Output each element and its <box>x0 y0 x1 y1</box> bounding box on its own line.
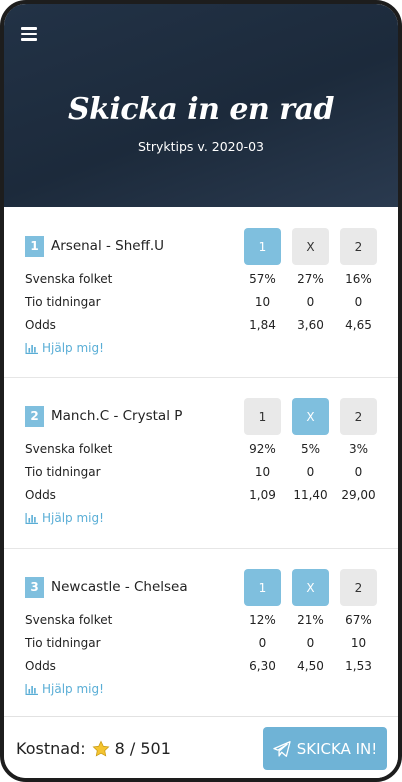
odds-1: 6,30 <box>249 659 276 673</box>
option-2-button[interactable]: 2 <box>340 228 377 265</box>
match-title: Arsenal - Sheff.U <box>51 238 165 254</box>
odds-2: 1,53 <box>345 659 372 673</box>
match-title: Newcastle - Chelsea <box>51 579 188 595</box>
help-link-label: Hjälp mig! <box>42 682 104 696</box>
menu-icon[interactable] <box>21 27 37 41</box>
tio-tidningar-x: 0 <box>306 295 315 309</box>
cost-summary: Kostnad: 8 / 501 <box>16 739 171 758</box>
help-link[interactable]: Hjälp mig! <box>25 341 104 355</box>
svenska-folket-1: 12% <box>249 613 276 627</box>
odds-x: 4,50 <box>297 659 324 673</box>
tio-tidningar-1: 10 <box>254 295 271 309</box>
option-x-button[interactable]: X <box>292 569 329 606</box>
svenska-folket-2: 67% <box>345 613 372 627</box>
match-number: 1 <box>25 236 44 257</box>
svenska-folket-x: 21% <box>297 613 324 627</box>
odds-1: 1,84 <box>249 318 276 332</box>
star-icon <box>92 739 110 757</box>
help-link[interactable]: Hjälp mig! <box>25 682 104 696</box>
tio-tidningar-1: 0 <box>258 636 267 650</box>
option-1-button[interactable]: 1 <box>244 569 281 606</box>
help-link-label: Hjälp mig! <box>42 341 104 355</box>
odds-label: Odds <box>25 659 56 673</box>
odds-1: 1,09 <box>249 488 276 502</box>
option-1-button[interactable]: 1 <box>244 398 281 435</box>
bottom-bar: Kostnad: 8 / 501 SKICKA IN! <box>4 716 398 778</box>
match-number: 3 <box>25 577 44 598</box>
tio-tidningar-2: 10 <box>350 636 367 650</box>
match-card: 3 Newcastle - Chelsea 1 X 2 Svenska folk… <box>4 549 398 720</box>
match-number: 2 <box>25 406 44 427</box>
svenska-folket-label: Svenska folket <box>25 613 113 627</box>
svenska-folket-1: 57% <box>249 272 276 286</box>
tio-tidningar-label: Tio tidningar <box>25 636 101 650</box>
send-button-label: SKICKA IN! <box>296 739 378 758</box>
match-card: 2 Manch.C - Crystal P 1 X 2 Svenska folk… <box>4 378 398 549</box>
option-2-button[interactable]: 2 <box>340 569 377 606</box>
tio-tidningar-2: 0 <box>354 295 363 309</box>
tio-tidningar-label: Tio tidningar <box>25 465 101 479</box>
phone-frame: Skicka in en rad Stryktips v. 2020-03 1 … <box>0 0 402 782</box>
send-button[interactable]: SKICKA IN! <box>263 727 387 770</box>
svenska-folket-x: 5% <box>300 442 321 456</box>
match-card: 1 Arsenal - Sheff.U 1 X 2 Svenska folket… <box>4 207 398 378</box>
svenska-folket-label: Svenska folket <box>25 442 113 456</box>
tio-tidningar-2: 0 <box>354 465 363 479</box>
cost-value: 8 / 501 <box>114 739 171 758</box>
svenska-folket-2: 16% <box>345 272 372 286</box>
odds-label: Odds <box>25 488 56 502</box>
svenska-folket-2: 3% <box>348 442 369 456</box>
match-list: 1 Arsenal - Sheff.U 1 X 2 Svenska folket… <box>4 207 398 720</box>
odds-label: Odds <box>25 318 56 332</box>
tio-tidningar-label: Tio tidningar <box>25 295 101 309</box>
page-header: Skicka in en rad Stryktips v. 2020-03 <box>4 4 398 207</box>
help-link-label: Hjälp mig! <box>42 511 104 525</box>
page-subtitle: Stryktips v. 2020-03 <box>137 139 264 154</box>
odds-2: 4,65 <box>345 318 372 332</box>
paper-plane-icon <box>273 740 291 757</box>
match-title: Manch.C - Crystal P <box>51 408 183 424</box>
page-title: Skicka in en rad <box>68 92 335 127</box>
bar-chart-icon <box>25 512 38 524</box>
option-2-button[interactable]: 2 <box>340 398 377 435</box>
odds-2: 29,00 <box>341 488 376 502</box>
svenska-folket-label: Svenska folket <box>25 272 113 286</box>
odds-x: 3,60 <box>297 318 324 332</box>
help-link[interactable]: Hjälp mig! <box>25 511 104 525</box>
odds-x: 11,40 <box>293 488 328 502</box>
cost-label: Kostnad: <box>16 739 86 758</box>
tio-tidningar-x: 0 <box>306 465 315 479</box>
svenska-folket-1: 92% <box>249 442 276 456</box>
option-x-button[interactable]: X <box>292 228 329 265</box>
tio-tidningar-1: 10 <box>254 465 271 479</box>
tio-tidningar-x: 0 <box>306 636 315 650</box>
option-x-button[interactable]: X <box>292 398 329 435</box>
bar-chart-icon <box>25 683 38 695</box>
option-1-button[interactable]: 1 <box>244 228 281 265</box>
svenska-folket-x: 27% <box>297 272 324 286</box>
bar-chart-icon <box>25 342 38 354</box>
